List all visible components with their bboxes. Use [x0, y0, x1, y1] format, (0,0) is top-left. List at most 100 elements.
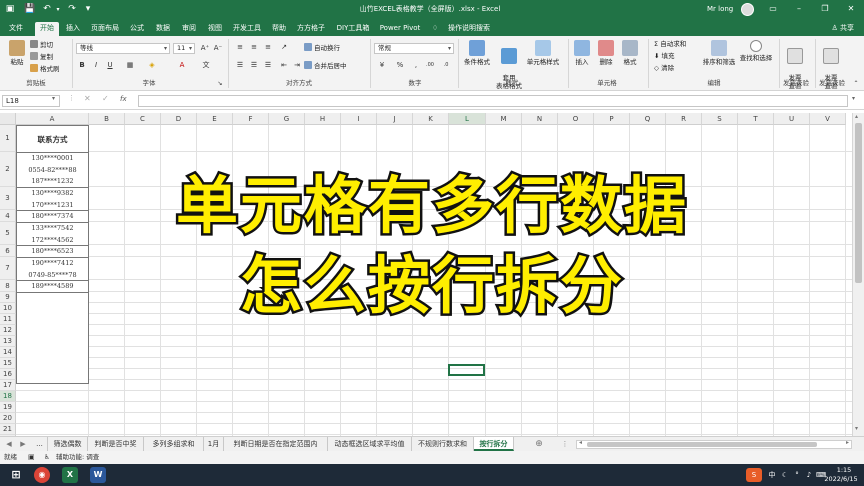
row-header-1[interactable]: 1 [0, 125, 16, 152]
undo-icon[interactable]: ↶ [41, 3, 53, 16]
chevron-down-icon[interactable]: ▾ [52, 95, 55, 102]
minimize-icon[interactable]: – [790, 2, 808, 16]
selected-cell[interactable] [448, 364, 485, 376]
redo-icon[interactable]: ↷ [66, 3, 78, 16]
column-header-j[interactable]: J [377, 113, 413, 125]
row-header-15[interactable]: 15 [0, 358, 16, 369]
italic-icon[interactable]: I [90, 60, 102, 71]
row-header-13[interactable]: 13 [0, 336, 16, 347]
sheet-tab[interactable]: 筛选偶数 [48, 437, 88, 451]
comma-style-icon[interactable]: , [410, 60, 422, 71]
row-header-14[interactable]: 14 [0, 347, 16, 358]
column-header-v[interactable]: V [810, 113, 846, 125]
number-format-select[interactable]: 常规 ▾ [374, 43, 454, 54]
row-header-18[interactable]: 18 [0, 391, 16, 402]
autosum-button[interactable]: Σ 自动求和 [654, 40, 686, 49]
column-header-r[interactable]: R [666, 113, 702, 125]
format-cells-button[interactable]: 格式 [620, 40, 640, 66]
tab-help[interactable]: 帮助 [268, 22, 290, 36]
column-header-p[interactable]: P [594, 113, 630, 125]
delete-cells-button[interactable]: 删除 [596, 40, 616, 66]
format-painter-button[interactable]: 格式刷 [30, 64, 60, 74]
tab-page-layout[interactable]: 页面布局 [88, 22, 122, 36]
font-size-select[interactable]: 11 ▾ [173, 43, 195, 54]
accessibility-status[interactable]: 辅助功能: 调查 [56, 451, 99, 464]
more-options-icon[interactable]: ⋮ [560, 437, 570, 451]
sheet-tab[interactable]: 多列多组求和 [144, 437, 204, 451]
increase-font-icon[interactable]: A⁺ [199, 43, 211, 54]
tab-review[interactable]: 审阅 [178, 22, 200, 36]
scroll-up-icon[interactable]: ▴ [855, 113, 858, 120]
clear-button[interactable]: ◇ 清除 [654, 64, 674, 73]
align-center-icon[interactable]: ☰ [248, 60, 260, 71]
sogou-ime-icon[interactable]: S [746, 468, 762, 482]
row-header-21[interactable]: 21 [0, 424, 16, 435]
restore-icon[interactable]: ❐ [816, 2, 834, 16]
fill-color-icon[interactable]: ◈ [146, 60, 158, 71]
table-header-cell[interactable]: 联系方式 [17, 126, 88, 153]
currency-icon[interactable]: ¥ [376, 60, 388, 71]
insert-cells-button[interactable]: 插入 [572, 40, 592, 66]
close-icon[interactable]: ✕ [842, 2, 860, 16]
row-header-19[interactable]: 19 [0, 402, 16, 413]
border-icon[interactable]: ▦ [124, 60, 136, 71]
sheet-tab[interactable]: 动态框选区域求平均值 [328, 437, 412, 451]
percent-icon[interactable]: % [394, 60, 406, 71]
scroll-right-icon[interactable]: ▸ [846, 439, 849, 446]
punctuation-icon[interactable]: ° [792, 468, 802, 482]
paste-button[interactable]: 粘贴 [6, 40, 28, 66]
undo-dropdown-icon[interactable]: ▾ [54, 3, 62, 16]
tab-view[interactable]: 视图 [204, 22, 226, 36]
scroll-tabs-right-icon[interactable]: ▶ [18, 437, 28, 451]
row-header-12[interactable]: 12 [0, 325, 16, 336]
font-color-icon[interactable]: A [176, 60, 188, 71]
column-header-m[interactable]: M [486, 113, 522, 125]
column-header-o[interactable]: O [558, 113, 594, 125]
phonetic-icon[interactable]: 文 [200, 60, 212, 71]
cut-button[interactable]: 剪切 [30, 40, 53, 50]
tab-file[interactable]: 文件 [4, 22, 28, 36]
conditional-format-button[interactable]: 条件格式 [460, 40, 494, 66]
tab-fangfang-gezi[interactable]: 方方格子 [294, 22, 328, 36]
select-all-corner[interactable] [0, 113, 16, 125]
column-header-a[interactable]: A [16, 113, 89, 125]
column-header-l[interactable]: L [449, 113, 486, 125]
row-header-16[interactable]: 16 [0, 369, 16, 380]
scroll-left-icon[interactable]: ◂ [579, 439, 582, 446]
column-header-f[interactable]: F [233, 113, 269, 125]
align-middle-icon[interactable]: ≡ [248, 42, 260, 53]
column-header-k[interactable]: K [413, 113, 449, 125]
column-header-e[interactable]: E [197, 113, 233, 125]
moon-icon[interactable]: ☾ [780, 468, 790, 482]
horizontal-scrollbar[interactable]: ◂ ▸ [576, 439, 852, 449]
decrease-indent-icon[interactable]: ⇤ [278, 60, 290, 71]
tab-data[interactable]: 数据 [152, 22, 174, 36]
sheet-tabs-overflow[interactable]: ... [32, 437, 48, 451]
align-top-icon[interactable]: ≡ [234, 42, 246, 53]
merge-center-button[interactable]: 合并后居中 [304, 61, 347, 71]
ime-mode[interactable]: 中 [766, 468, 778, 482]
column-header-s[interactable]: S [702, 113, 738, 125]
scroll-down-icon[interactable]: ▾ [855, 425, 858, 432]
tab-formulas[interactable]: 公式 [126, 22, 148, 36]
scrollbar-thumb[interactable] [587, 442, 817, 447]
row-header-17[interactable]: 17 [0, 380, 16, 391]
tab-insert[interactable]: 插入 [62, 22, 84, 36]
microphone-icon[interactable]: ♪ [804, 468, 814, 482]
orientation-icon[interactable]: ↗ [278, 42, 290, 53]
find-select-button[interactable]: 查找和选择 [738, 40, 774, 62]
cancel-icon[interactable]: ✕ [84, 94, 91, 103]
increase-indent-icon[interactable]: ⇥ [291, 60, 303, 71]
windows-start-icon[interactable]: ⊞ [8, 467, 24, 483]
autosave-icon[interactable]: ▣ [4, 3, 16, 16]
align-right-icon[interactable]: ☰ [262, 60, 274, 71]
font-name-select[interactable]: 等线 ▾ [76, 43, 170, 54]
align-bottom-icon[interactable]: ≡ [262, 42, 274, 53]
increase-decimal-icon[interactable]: .00 [424, 60, 436, 71]
scroll-tabs-left-icon[interactable]: ◀ [4, 437, 14, 451]
sheet-tab[interactable]: 判断日期是否在指定范围内 [224, 437, 328, 451]
fill-button[interactable]: ⬇ 填充 [654, 52, 675, 61]
sheet-tab[interactable]: 判断是否中奖 [88, 437, 144, 451]
collapse-ribbon-icon[interactable]: ⌃ [850, 78, 862, 89]
column-header-d[interactable]: D [161, 113, 197, 125]
